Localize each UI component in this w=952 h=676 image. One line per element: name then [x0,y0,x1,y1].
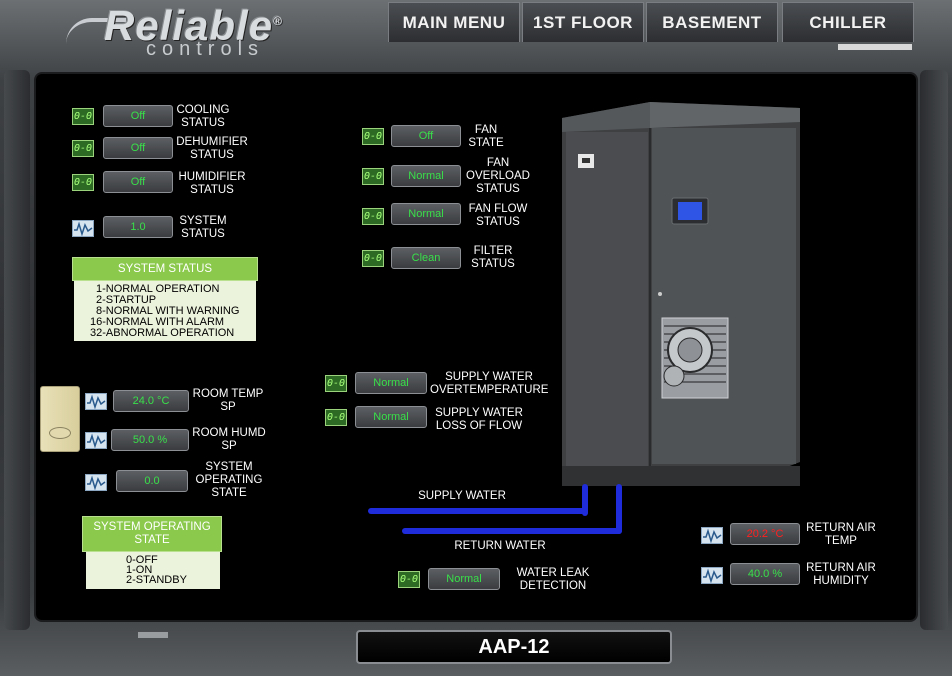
digital-point-icon: 0-0 [398,571,420,588]
digital-point-icon: 0-0 [362,168,384,185]
system-status-legend-title: SYSTEM STATUS [72,257,258,281]
frame-right-rail [920,70,948,630]
legend-item: 32-ABNORMAL OPERATION [90,327,235,339]
room-temp-sp-value[interactable]: 24.0 °C [113,390,189,412]
return-air-humidity-label: RETURN AIR HUMIDITY [806,562,876,587]
thermostat-button [49,427,71,439]
nav-main-menu[interactable]: MAIN MENU [388,2,520,42]
unit-name-plate: AAP-12 [356,630,672,664]
supply-water-label: SUPPLY WATER [418,490,506,502]
return-water-pipe [402,528,622,534]
frame-slot [138,632,168,638]
reliable-controls-logo: Reliable® controls [66,2,316,60]
operating-state-legend: 0-OFF 1-ON 2-STANDBY [86,552,220,589]
legend-item: 2-STANDBY [126,574,187,586]
dehumidifier-status-label: DEHUMIFIER STATUS [176,136,248,161]
analog-point-icon [72,220,94,237]
fan-state-label: FAN STATE [468,124,504,149]
digital-point-icon: 0-0 [72,140,94,157]
water-leak-value[interactable]: Normal [428,568,500,590]
thermostat-icon [40,386,80,452]
humidifier-status-value[interactable]: Off [103,171,173,193]
supply-water-overtemp-label: SUPPLY WATER OVERTEMPERATURE [430,371,549,396]
return-air-temp-value[interactable]: 20.2 °C [730,523,800,545]
active-tab-indicator [838,44,912,50]
analog-point-icon [701,527,723,544]
nav-basement[interactable]: BASEMENT [646,2,778,42]
system-operating-state-label: SYSTEM OPERATING STATE [195,461,263,499]
supply-water-loss-of-flow-label: SUPPLY WATER LOSS OF FLOW [435,407,523,432]
digital-point-icon: 0-0 [362,128,384,145]
fan-overload-value[interactable]: Normal [391,165,461,187]
digital-point-icon: 0-0 [362,250,384,267]
system-status-value[interactable]: 1.0 [103,216,173,238]
digital-point-icon: 0-0 [325,375,347,392]
room-humd-sp-value[interactable]: 50.0 % [111,429,189,451]
crac-unit-cabinet [562,102,800,486]
analog-point-icon [85,432,107,449]
nav-1st-floor[interactable]: 1ST FLOOR [522,2,644,42]
dehumidifier-status-value[interactable]: Off [103,137,173,159]
supply-water-overtemp-value[interactable]: Normal [355,372,427,394]
return-water-label: RETURN WATER [454,540,546,552]
analog-point-icon [701,567,723,584]
frame-left-rail [4,70,30,630]
nav-chiller[interactable]: CHILLER [782,2,914,42]
room-humd-sp-label: ROOM HUMD SP [192,427,266,452]
filter-status-value[interactable]: Clean [391,247,461,269]
system-status-legend: 1-NORMAL OPERATION 2-STARTUP 8-NORMAL WI… [74,281,256,341]
supply-water-pipe [368,508,588,514]
cooling-status-label: COOLING STATUS [176,104,230,129]
return-water-pipe-vertical [616,484,622,534]
fan-overload-label: FAN OVERLOAD STATUS [466,157,530,195]
operating-state-legend-title: SYSTEM OPERATING STATE [82,516,222,552]
water-leak-label: WATER LEAK DETECTION [516,567,590,592]
return-air-temp-label: RETURN AIR TEMP [806,522,876,547]
analog-point-icon [85,393,107,410]
digital-point-icon: 0-0 [362,208,384,225]
humidifier-status-label: HUMIDIFIER STATUS [178,171,246,196]
return-air-humidity-value[interactable]: 40.0 % [730,563,800,585]
cooling-status-value[interactable]: Off [103,105,173,127]
fan-flow-value[interactable]: Normal [391,203,461,225]
fan-flow-label: FAN FLOW STATUS [468,203,528,228]
room-temp-sp-label: ROOM TEMP SP [192,388,264,413]
system-status-label: SYSTEM STATUS [179,215,227,240]
digital-point-icon: 0-0 [72,108,94,125]
supply-water-loss-of-flow-value[interactable]: Normal [355,406,427,428]
logo-subtitle: controls [146,38,265,60]
fan-state-value[interactable]: Off [391,125,461,147]
analog-point-icon [85,474,107,491]
system-operating-state-value[interactable]: 0.0 [116,470,188,492]
filter-status-label: FILTER STATUS [471,245,515,270]
digital-point-icon: 0-0 [325,409,347,426]
digital-point-icon: 0-0 [72,174,94,191]
